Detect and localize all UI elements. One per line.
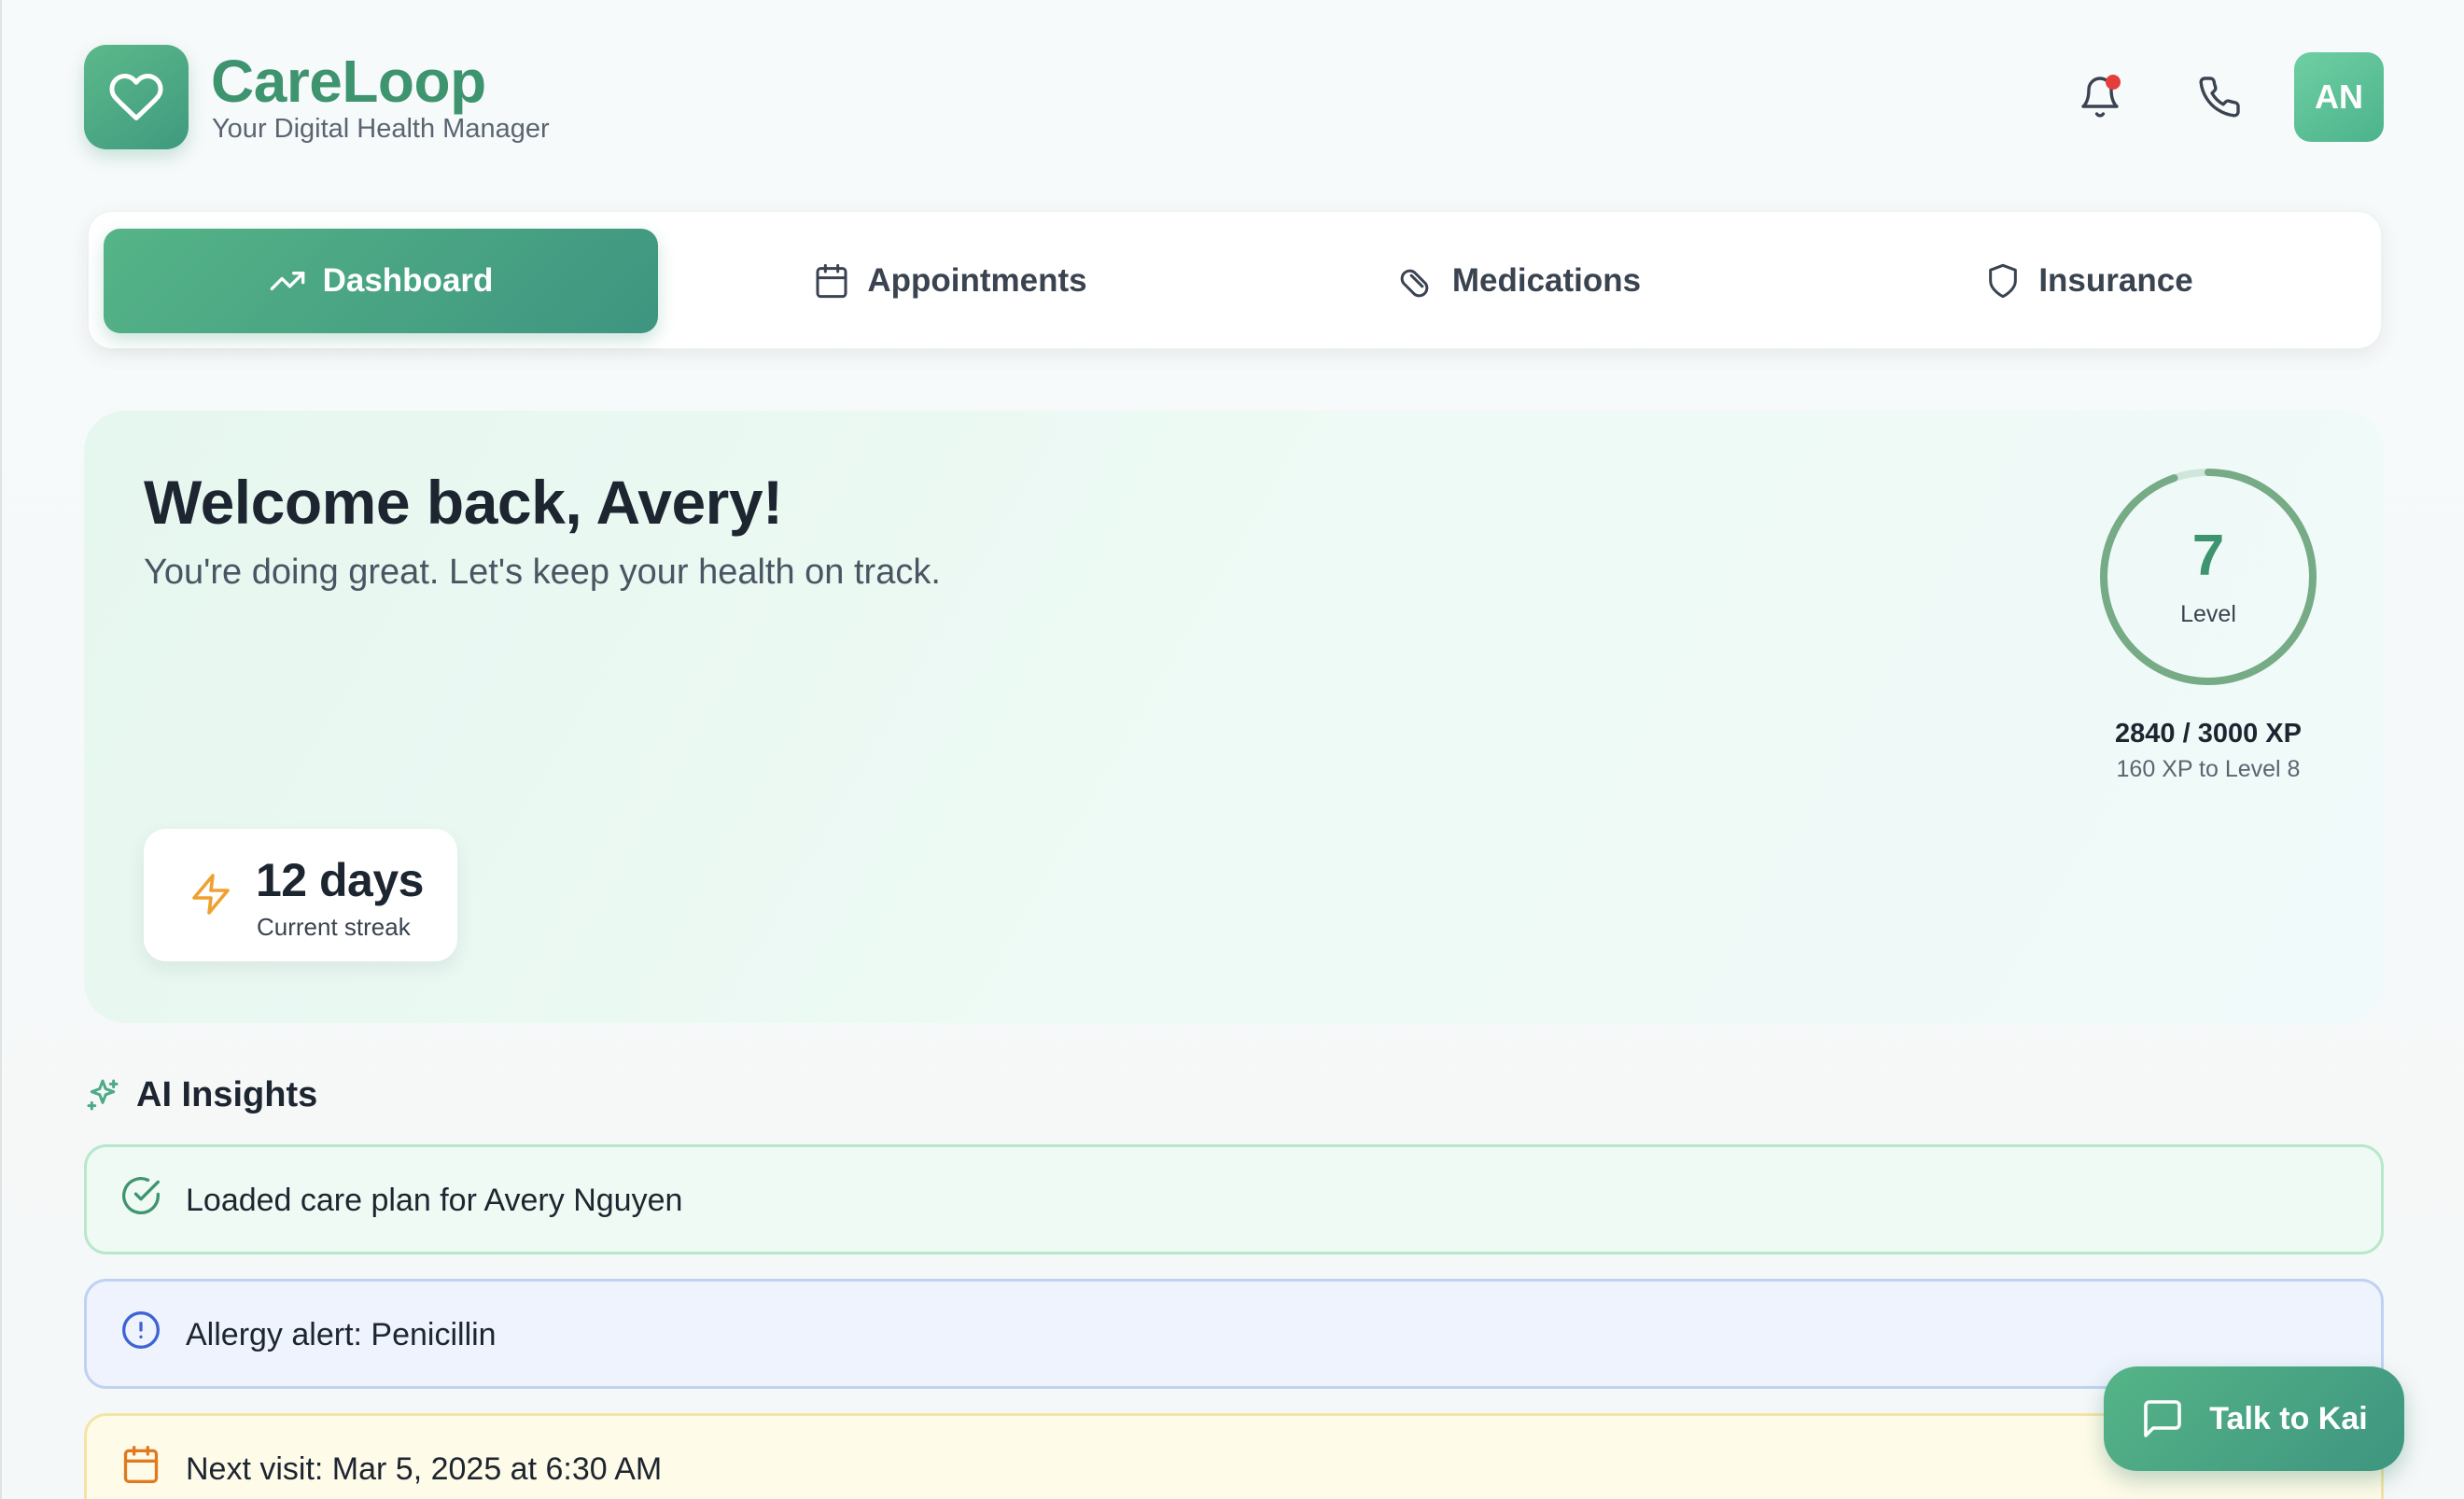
notification-dot [2106,75,2121,90]
avatar[interactable]: AN [2294,52,2384,142]
ai-insights-title: AI Insights [136,1074,318,1114]
phone-icon [2199,77,2240,118]
sparkles-icon [87,1079,119,1111]
talk-to-kai-button[interactable]: Talk to Kai [2104,1366,2404,1471]
talk-to-kai-label: Talk to Kai [2209,1400,2368,1436]
message-square-icon [2144,1400,2182,1437]
tab-medications[interactable]: Medications [1242,229,1797,333]
tab-appointments-label: Appointments [867,262,1087,299]
calendar-icon [816,263,847,299]
pill-icon [1400,269,1429,298]
tab-dashboard[interactable]: Dashboard [104,229,658,333]
xp-total: 2840 / 3000 XP [2115,719,2302,749]
insight-text: Next visit: Mar 5, 2025 at 6:30 AM [186,1451,663,1487]
tab-insurance[interactable]: Insurance [1812,229,2366,333]
tab-appointments[interactable]: Appointments [673,229,1227,333]
tab-medications-label: Medications [1451,262,1642,299]
insight-item[interactable]: Loaded care plan for Avery Nguyen [84,1144,2384,1254]
zap-icon [189,872,233,921]
welcome-subtitle: You're doing great. Let's keep your heal… [144,553,941,592]
main-nav: Dashboard Appointments Medications Insur… [88,211,2382,349]
brand-tagline: Your Digital Health Manager [212,114,550,144]
insight-item[interactable]: Allergy alert: Penicillin [84,1279,2384,1389]
level-number: 7 [2191,524,2225,588]
level-label: Level [2180,601,2236,627]
tab-dashboard-label: Dashboard [322,262,494,299]
shield-icon [1989,263,2018,299]
welcome-title: Welcome back, Avery! [144,468,783,537]
header: CareLoop Your Digital Health Manager AN [84,45,2384,149]
streak-label: Current streak [257,913,411,941]
call-button[interactable] [2182,60,2257,134]
trending-up-icon [270,272,304,290]
calendar-icon [120,1444,161,1490]
alert-circle-icon [120,1310,161,1355]
heart-icon [109,73,163,120]
tab-insurance-label: Insurance [2038,262,2193,299]
notifications-button[interactable] [2063,60,2137,134]
brand-name: CareLoop [211,48,486,115]
ai-insights-header: AI Insights [84,1072,317,1118]
welcome-card: Welcome back, Avery! You're doing great.… [84,411,2384,1023]
streak-value: 12 days [256,854,424,906]
streak-card: 12 days Current streak [144,829,457,961]
insight-item[interactable]: Next visit: Mar 5, 2025 at 6:30 AM [84,1413,2384,1499]
insight-text: Loaded care plan for Avery Nguyen [186,1183,683,1218]
xp-to-next-level: 160 XP to Level 8 [2116,756,2301,782]
logo[interactable] [84,45,189,149]
insight-text: Allergy alert: Penicillin [186,1317,497,1352]
app-root: CareLoop Your Digital Health Manager AN … [0,0,2464,1499]
check-circle-icon [120,1175,161,1221]
